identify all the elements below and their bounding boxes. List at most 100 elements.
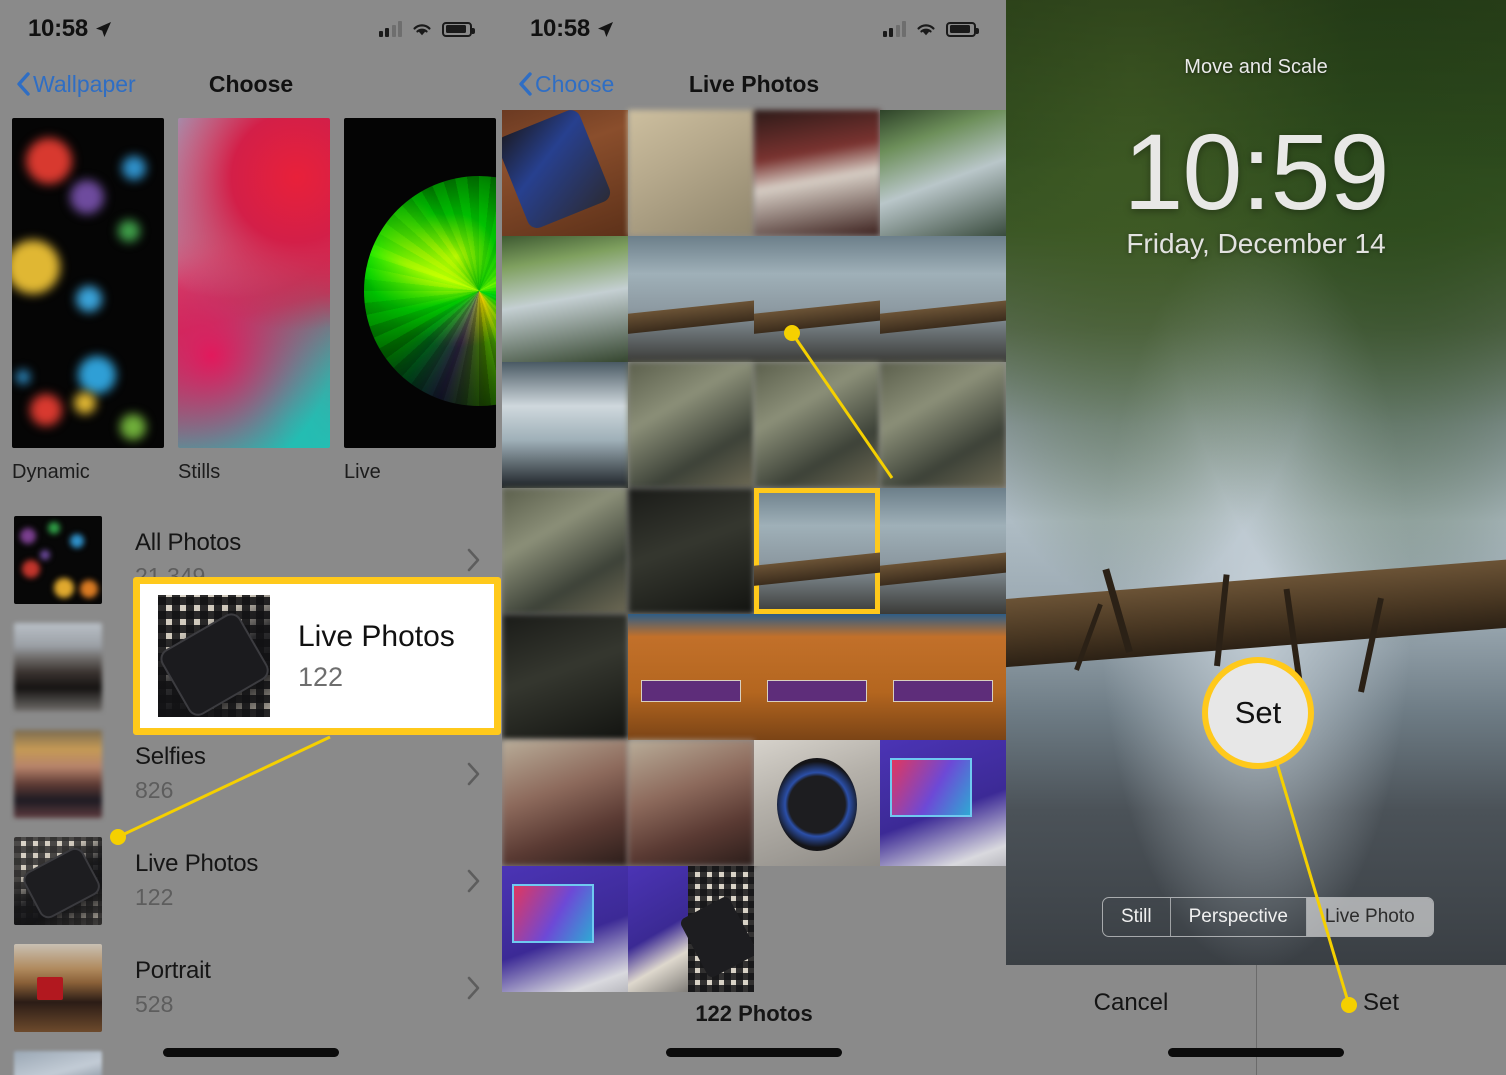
back-button-label: Wallpaper <box>33 70 136 97</box>
wallpaper-type-stills[interactable]: Stills <box>178 118 330 484</box>
album-row-long-exposure[interactable]: Long Exposure <box>0 1041 502 1075</box>
back-button-choose[interactable]: Choose <box>518 71 614 98</box>
photo-thumbnail[interactable] <box>628 362 754 488</box>
album-thumbnail <box>14 515 102 604</box>
segment-live-photo[interactable]: Live Photo <box>1306 898 1433 936</box>
album-row-live-photos[interactable]: Live Photos 122 <box>0 827 502 934</box>
photo-thumbnail[interactable] <box>502 362 628 488</box>
bottom-bar-divider <box>1256 965 1257 1075</box>
callout-text-group: Live Photos 122 <box>298 620 455 693</box>
album-thumbnail <box>14 836 102 925</box>
photo-thumbnail[interactable] <box>754 614 880 740</box>
lock-screen-date: Friday, December 14 <box>1126 228 1386 259</box>
back-button-wallpaper[interactable]: Wallpaper <box>16 71 136 98</box>
photo-thumbnail[interactable] <box>502 488 628 614</box>
photo-thumbnail[interactable] <box>880 740 1006 866</box>
preview-bottom-bar: Cancel Set <box>1006 965 1506 1075</box>
chevron-left-icon <box>519 72 532 96</box>
album-count: 528 <box>135 991 174 1017</box>
wallpaper-style-segmented-control[interactable]: Still Perspective Live Photo <box>1102 897 1434 937</box>
panel-wallpaper-preview: Move and Scale 10:59 Friday, December 14… <box>1006 0 1506 1075</box>
status-right-group <box>378 21 475 37</box>
wallpaper-type-row: Dynamic Stills Live <box>0 110 502 484</box>
nav-bar-middle: Choose Live Photos <box>502 58 1006 110</box>
wifi-icon <box>413 24 431 36</box>
panel-choose-wallpaper: 10:58 Wallpaper Choose Dynamic Stills Li… <box>0 0 502 1075</box>
cellular-signal-icon <box>378 21 402 37</box>
cancel-button[interactable]: Cancel <box>1006 965 1256 1017</box>
album-count: 826 <box>135 777 174 803</box>
photo-thumbnail[interactable] <box>754 362 880 488</box>
photo-thumbnail[interactable] <box>628 614 754 740</box>
photo-thumbnail[interactable] <box>880 362 1006 488</box>
chevron-right-icon <box>467 762 480 785</box>
album-thumbnail <box>14 729 102 818</box>
dynamic-wallpaper-thumbnail <box>12 118 164 448</box>
cellular-signal-icon <box>882 21 906 37</box>
photo-thumbnail[interactable] <box>502 866 628 992</box>
album-name: Portrait <box>135 957 211 984</box>
album-thumbnail <box>14 1050 102 1075</box>
photo-thumbnail[interactable] <box>880 614 1006 740</box>
callout-album-name: Live Photos <box>298 619 455 653</box>
album-name: Live Photos <box>135 850 259 877</box>
photo-thumbnail[interactable] <box>628 236 754 362</box>
segment-perspective[interactable]: Perspective <box>1171 898 1307 936</box>
status-time: 10:58 <box>530 15 590 42</box>
nav-bar-left: Wallpaper Choose <box>0 58 502 110</box>
home-indicator <box>163 1048 339 1057</box>
photo-thumbnail[interactable] <box>880 110 1006 236</box>
album-thumbnail <box>14 943 102 1032</box>
chevron-right-icon <box>467 976 480 999</box>
photo-thumbnail[interactable] <box>880 488 1006 614</box>
photo-thumbnail[interactable] <box>754 236 880 362</box>
photo-thumbnail-selected[interactable] <box>754 488 880 614</box>
status-left-group: 10:58 <box>28 15 112 43</box>
home-indicator <box>666 1048 842 1057</box>
chevron-right-icon <box>467 869 480 892</box>
segment-still[interactable]: Still <box>1103 898 1171 936</box>
photo-thumbnail[interactable] <box>628 110 754 236</box>
photo-count-label: 122 Photos <box>695 1001 813 1026</box>
photo-thumbnail[interactable] <box>754 110 880 236</box>
status-bar-middle: 10:58 <box>502 0 1006 58</box>
three-phone-screenshots: 10:58 Wallpaper Choose Dynamic Stills Li… <box>0 0 1506 1075</box>
album-info: Portrait 528 <box>135 957 466 1018</box>
lock-screen-time: 10:59 <box>1123 111 1389 232</box>
photo-thumbnail[interactable] <box>628 866 754 992</box>
panel-live-photos-grid: 10:58 Choose Live Photos 122 Photos <box>502 0 1006 1075</box>
battery-icon <box>442 21 475 37</box>
photo-thumbnail[interactable] <box>880 236 1006 362</box>
photo-thumbnail[interactable] <box>502 236 628 362</box>
status-left-group: 10:58 <box>530 15 614 43</box>
album-thumbnail <box>14 622 102 711</box>
album-name: Selfies <box>135 743 206 770</box>
wallpaper-type-dynamic[interactable]: Dynamic <box>12 118 164 484</box>
wallpaper-type-live[interactable]: Live <box>344 118 496 484</box>
stills-wallpaper-thumbnail <box>178 118 330 448</box>
photo-thumbnail[interactable] <box>502 740 628 866</box>
photo-thumbnail[interactable] <box>502 614 628 740</box>
live-wallpaper-thumbnail <box>344 118 496 448</box>
album-name: All Photos <box>135 529 242 556</box>
album-row-selfies[interactable]: Selfies 826 <box>0 720 502 827</box>
wallpaper-type-label: Dynamic <box>12 461 90 483</box>
status-bar-left: 10:58 <box>0 0 502 58</box>
wallpaper-preview[interactable]: Move and Scale 10:59 Friday, December 14… <box>1006 0 1506 1075</box>
wifi-icon <box>917 24 935 36</box>
photo-thumbnail[interactable] <box>754 740 880 866</box>
callout-album-thumbnail <box>158 595 270 717</box>
album-count: 122 <box>135 884 174 910</box>
callout-album-count: 122 <box>298 661 344 692</box>
album-row-portrait[interactable]: Portrait 528 <box>0 934 502 1041</box>
chevron-right-icon <box>467 548 480 571</box>
chevron-left-icon <box>17 72 30 96</box>
battery-icon <box>946 21 979 37</box>
set-button[interactable]: Set <box>1256 965 1506 1017</box>
photo-thumbnail[interactable] <box>628 740 754 866</box>
move-and-scale-label: Move and Scale <box>1184 56 1328 78</box>
album-info: Live Photos 122 <box>135 850 466 911</box>
callout-set-button: Set <box>1202 657 1314 769</box>
photo-thumbnail[interactable] <box>502 110 628 236</box>
photo-thumbnail[interactable] <box>628 488 754 614</box>
